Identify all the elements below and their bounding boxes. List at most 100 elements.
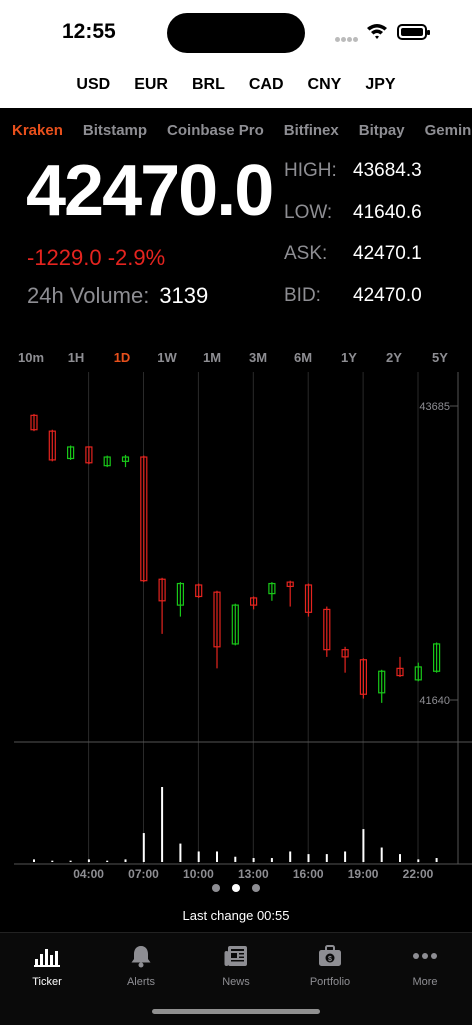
stat-ask-label: ASK: — [284, 243, 328, 264]
volume-label: 24h Volume: — [27, 283, 150, 308]
currency-jpy[interactable]: JPY — [365, 76, 395, 94]
home-indicator — [152, 1009, 320, 1014]
range-2y[interactable]: 2Y — [386, 350, 402, 365]
svg-text:$: $ — [328, 956, 332, 963]
x-tick-label: 13:00 — [238, 867, 269, 881]
volume-bar — [161, 787, 164, 862]
currency-usd[interactable]: USD — [76, 76, 110, 94]
ellipsis-icon — [413, 953, 437, 959]
volume-bar — [399, 854, 401, 862]
tab-alerts[interactable]: Alerts — [94, 941, 188, 988]
stat-high-label: HIGH: — [284, 160, 337, 181]
x-tick-label: 04:00 — [73, 867, 104, 881]
tab-more-label: More — [412, 976, 438, 988]
exchange-bitstamp[interactable]: Bitstamp — [83, 122, 147, 139]
range-3m[interactable]: 3M — [249, 350, 267, 365]
volume-bar — [234, 856, 237, 862]
range-1m[interactable]: 1M — [203, 350, 221, 365]
currency-cad[interactable]: CAD — [249, 76, 284, 94]
range-5y[interactable]: 5Y — [432, 350, 448, 365]
stat-bid: BID: 42470.0 — [284, 285, 422, 327]
volume-bar — [325, 854, 328, 862]
stat-low-label: LOW: — [284, 201, 333, 223]
tab-ticker-label: Ticker — [32, 976, 62, 988]
cellular-signal-icon — [335, 29, 359, 42]
volume-bar — [362, 829, 365, 862]
exchange-bitfinex[interactable]: Bitfinex — [284, 122, 339, 139]
volume-value: 3139 — [159, 283, 209, 308]
stat-low: LOW: 41640.6 — [284, 202, 422, 244]
dynamic-island — [167, 13, 305, 53]
price-stats: HIGH: 43684.3 LOW: 41640.6 ASK: 42470.1 BID… — [284, 160, 422, 326]
exchange-kraken[interactable]: Kraken — [12, 122, 63, 139]
volume-bar — [380, 847, 383, 862]
time-range-selector: 10m 1H 1D 1W 1M 3M 6M 1Y 2Y 5Y — [0, 350, 472, 370]
price-chart[interactable]: 04:00 07:00 10:00 13:00 16:00 19:00 22:00 43685… — [0, 372, 472, 882]
status-time: 12:55 — [62, 20, 116, 43]
volume-bar — [252, 858, 255, 862]
status-bar: 12:55 — [0, 0, 472, 62]
last-change: Last change 00:55 — [182, 908, 290, 923]
tab-news[interactable]: News — [189, 941, 283, 988]
stat-ask: ASK: 42470.1 — [284, 243, 422, 285]
page-dot-active[interactable] — [232, 884, 240, 892]
currency-selector: USD EUR BRL CAD CNY JPY — [0, 62, 472, 108]
volume-bar — [106, 860, 109, 862]
volume-bar — [179, 843, 182, 862]
volume-bar — [87, 859, 90, 862]
tab-ticker[interactable]: Ticker — [0, 941, 94, 988]
currency-eur[interactable]: EUR — [134, 76, 168, 94]
volume-bar — [307, 854, 310, 862]
tab-portfolio[interactable]: $ Portfolio — [283, 941, 377, 988]
stat-low-value: 41640.6 — [353, 201, 422, 223]
volume-bar — [270, 858, 273, 862]
y-tick-label: 43685 — [419, 401, 450, 413]
tab-more[interactable]: More — [378, 941, 472, 988]
briefcase-icon: $ — [319, 945, 341, 966]
battery-icon — [397, 24, 430, 40]
volume-bar — [124, 859, 127, 862]
page-dot[interactable] — [212, 884, 220, 892]
volume-bar — [142, 833, 145, 862]
tab-alerts-label: Alerts — [126, 976, 156, 988]
volume-bar — [33, 859, 35, 862]
volume-bar — [344, 851, 347, 862]
exchange-selector: Kraken Bitstamp Coinbase Pro Bitfinex Bi… — [12, 122, 472, 139]
currency-brl[interactable]: BRL — [192, 76, 225, 94]
page-indicator[interactable] — [212, 884, 260, 892]
stat-high: HIGH: 43684.3 — [284, 160, 422, 202]
x-tick-label: 16:00 — [293, 867, 324, 881]
volume-bar — [435, 858, 438, 862]
stat-ask-value: 42470.1 — [353, 243, 422, 264]
volume-bar — [216, 851, 218, 862]
range-1h[interactable]: 1H — [68, 350, 85, 365]
volume-bar — [289, 851, 292, 862]
stat-bid-value: 42470.0 — [353, 284, 422, 306]
volume-24h: 24h Volume: 3139 — [27, 283, 208, 309]
y-tick-label: 41640 — [419, 695, 450, 707]
exchange-gemini[interactable]: Gemini — [425, 122, 472, 139]
x-tick-label: 10:00 — [183, 867, 214, 881]
range-1d[interactable]: 1D — [114, 350, 131, 365]
range-1w[interactable]: 1W — [157, 350, 177, 365]
x-tick-label: 07:00 — [128, 867, 159, 881]
volume-bar — [417, 859, 420, 862]
price-change: -1229.0 -2.9% — [27, 245, 166, 270]
range-6m[interactable]: 6M — [294, 350, 312, 365]
chart-bars-icon — [34, 949, 60, 967]
exchange-bitpay[interactable]: Bitpay — [359, 122, 405, 139]
stat-bid-label: BID: — [284, 284, 321, 306]
volume-bar — [69, 860, 72, 862]
volume-bar — [51, 860, 54, 862]
bell-icon — [131, 946, 151, 968]
wifi-icon — [367, 24, 387, 39]
range-10m[interactable]: 10m — [18, 350, 44, 365]
current-price: 42470.0 — [26, 151, 274, 231]
x-tick-label: 22:00 — [403, 867, 434, 881]
range-1y[interactable]: 1Y — [341, 350, 357, 365]
newspaper-icon — [224, 946, 247, 966]
tab-portfolio-label: Portfolio — [309, 976, 351, 988]
exchange-coinbase-pro[interactable]: Coinbase Pro — [167, 122, 264, 139]
page-dot[interactable] — [252, 884, 260, 892]
currency-cny[interactable]: CNY — [308, 76, 342, 94]
